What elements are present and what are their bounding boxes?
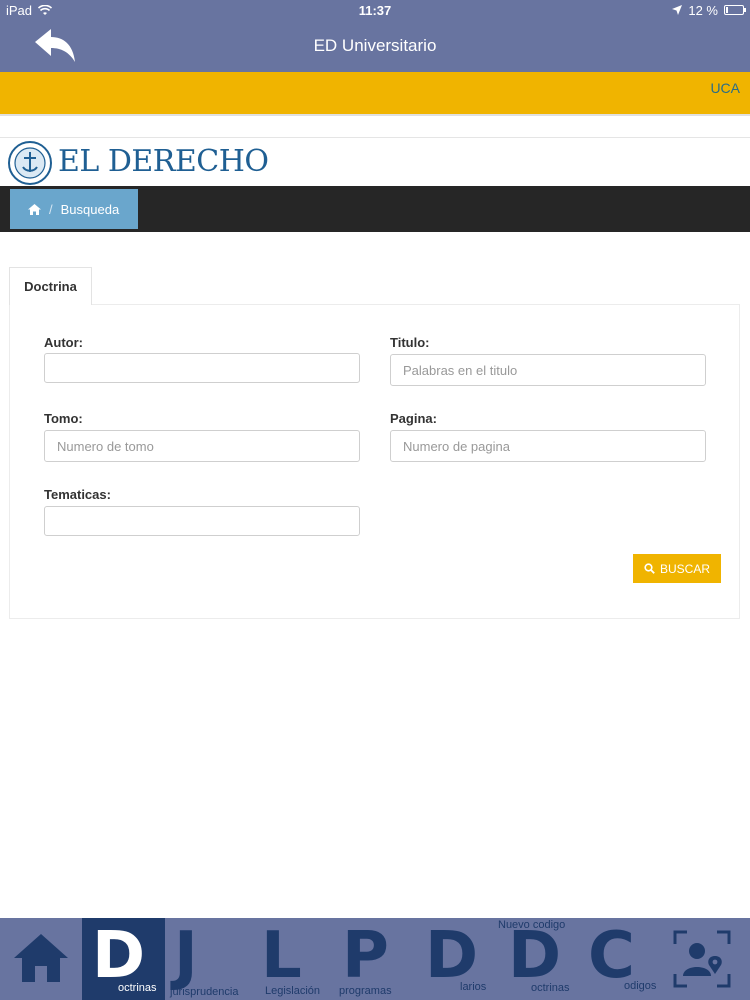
logo-text: EL DERECHO: [58, 144, 269, 179]
tab-label: jurisprudencia: [170, 986, 239, 998]
tab-doctrinas[interactable]: D octrinas: [82, 918, 165, 1000]
location-arrow-icon: [672, 5, 683, 15]
page-title: ED Universitario: [313, 36, 437, 55]
titulo-label: Titulo:: [390, 335, 430, 350]
breadcrumb-bar: / Busqueda: [0, 186, 750, 232]
breadcrumb: / Busqueda: [10, 189, 138, 229]
tab-letter: L: [261, 919, 302, 993]
tab-letter: D: [425, 919, 479, 993]
buscar-label: BUSCAR: [659, 561, 710, 576]
battery-percent: 12 %: [688, 2, 718, 18]
tab-label: odigos: [624, 980, 657, 992]
tab-letter: C: [588, 919, 635, 993]
buscar-button[interactable]: BUSCAR: [633, 554, 721, 583]
tab-profile[interactable]: [667, 918, 750, 1000]
battery-icon: [724, 5, 746, 15]
nav-bar: ED Universitario: [0, 20, 750, 72]
autor-label: Autor:: [44, 335, 83, 350]
pagina-label: Pagina:: [390, 411, 437, 426]
breadcrumb-current: Busqueda: [60, 201, 120, 217]
tab-label: Legislación: [265, 985, 321, 997]
back-button[interactable]: [30, 24, 80, 68]
profile-location-icon: [673, 930, 731, 988]
status-bar: iPad 11:37 12 %: [0, 0, 750, 20]
wifi-icon: [38, 4, 53, 15]
tomo-input[interactable]: [44, 430, 360, 462]
tab-letter: J: [174, 919, 198, 993]
tematicas-input[interactable]: [44, 506, 360, 536]
tomo-label: Tomo:: [44, 411, 83, 426]
home-icon: [14, 934, 68, 982]
search-icon: [644, 563, 655, 574]
device-label: iPad: [6, 2, 33, 18]
bottom-tab-bar: D octrinas J jurisprudencia L Legislació…: [0, 918, 750, 1000]
tab-letter: P: [342, 919, 389, 993]
pagina-input[interactable]: [390, 430, 706, 462]
tab-letter: D: [508, 919, 562, 993]
tematicas-label: Tematicas:: [44, 487, 111, 502]
titulo-input[interactable]: [390, 354, 706, 386]
status-time: 11:37: [358, 2, 392, 18]
back-arrow-icon: [35, 29, 75, 62]
tab-label: octrinas: [118, 982, 157, 994]
tab-formularios[interactable]: D larios: [417, 918, 499, 1000]
tab-legislacion[interactable]: L Legislación: [251, 918, 333, 1000]
tab-letter: D: [92, 919, 146, 993]
uca-banner: UCA: [0, 72, 750, 116]
home-icon[interactable]: [28, 203, 41, 215]
tab-jurisprudencia[interactable]: J jurisprudencia: [166, 918, 250, 1000]
autor-input[interactable]: [44, 353, 360, 383]
tab-programas[interactable]: P programas: [334, 918, 416, 1000]
tab-nuevo-codigo-doctrinas[interactable]: Nuevo codigo D octrinas: [498, 918, 583, 1000]
tab-home[interactable]: [0, 918, 80, 1000]
tab-label: larios: [460, 981, 487, 993]
battery-level: [726, 7, 728, 13]
logo-band: EL DERECHO: [0, 137, 750, 185]
tab-doctrina[interactable]: Doctrina: [9, 267, 92, 305]
tab-codigos[interactable]: C odigos: [584, 918, 666, 1000]
tab-label: programas: [339, 985, 392, 997]
university-seal-icon: [8, 141, 52, 185]
tab-label: octrinas: [531, 982, 570, 994]
uca-link[interactable]: UCA: [710, 80, 740, 96]
breadcrumb-separator: /: [49, 201, 53, 217]
